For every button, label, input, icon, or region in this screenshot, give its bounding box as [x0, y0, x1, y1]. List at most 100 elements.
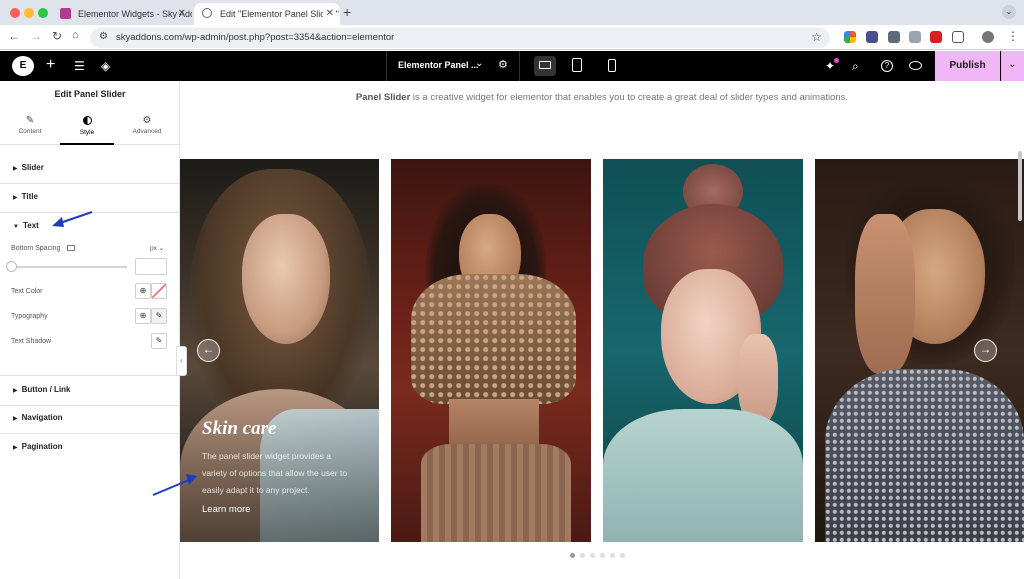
text-shadow-edit-button[interactable]: ✎ — [151, 333, 167, 349]
bookmark-star-icon[interactable]: ☆ — [811, 30, 822, 44]
browser-menu-icon[interactable]: ⋮ — [1007, 29, 1019, 43]
browser-tab-active[interactable]: Edit "Elementor Panel Slider " ✕ — [194, 3, 340, 25]
desktop-view-button[interactable] — [534, 56, 556, 76]
tab-list-button[interactable]: ⌄ — [1002, 5, 1016, 19]
skirt-shape — [421, 444, 571, 542]
mobile-view-button[interactable] — [608, 59, 616, 72]
slide-image-3[interactable] — [603, 159, 803, 542]
section-slider[interactable]: ▶ Slider — [0, 154, 180, 184]
minimize-window-button[interactable] — [24, 8, 34, 18]
pencil-icon: ✎ — [25, 115, 35, 126]
site-favicon-icon — [60, 8, 71, 19]
text-shadow-label: Text Shadow — [11, 338, 52, 345]
caret-right-icon: ▶ — [13, 445, 18, 451]
caret-right-icon: ▶ — [13, 388, 18, 394]
section-title[interactable]: ▶ Title — [0, 183, 180, 213]
bottom-spacing-slider-track[interactable] — [11, 266, 127, 268]
home-icon[interactable]: ⌂ — [72, 29, 79, 41]
puzzle-extensions-icon[interactable] — [952, 31, 964, 43]
unit-selector[interactable]: px ⌄ — [150, 244, 164, 252]
publish-button[interactable]: Publish — [935, 51, 1000, 81]
notifications-rocket-icon[interactable]: ✦ — [825, 57, 839, 75]
caret-right-icon: ▶ — [13, 166, 18, 172]
back-arrow-icon[interactable]: ← — [8, 29, 20, 43]
bottom-spacing-input[interactable] — [135, 258, 167, 275]
global-colors-button[interactable]: ⊕ — [135, 283, 151, 299]
extension-icon[interactable] — [930, 31, 942, 43]
publish-options-button[interactable]: ⌄ — [1001, 51, 1024, 81]
extension-icon[interactable] — [888, 31, 900, 43]
section-navigation[interactable]: ▶ Navigation — [0, 404, 180, 434]
tab-advanced[interactable]: ⚙ Advanced — [114, 111, 180, 145]
tab-content[interactable]: ✎ Content — [0, 111, 60, 145]
bottom-spacing-slider-handle[interactable] — [6, 261, 17, 272]
globe-favicon-icon — [202, 8, 212, 18]
address-bar[interactable]: ⚙ skyaddons.com/wp-admin/post.php?post=3… — [90, 28, 830, 48]
reload-icon[interactable]: ↻ — [52, 29, 62, 43]
browser-toolbar: ← → ↻ ⌂ ⚙ skyaddons.com/wp-admin/post.ph… — [0, 25, 1024, 50]
panel-title: Edit Panel Slider — [54, 89, 126, 99]
close-tab-icon[interactable]: ✕ — [322, 8, 334, 19]
embellished-top-shape — [411, 274, 576, 404]
bottom-spacing-label: Bottom Spacing — [11, 245, 76, 252]
canvas-scrollbar[interactable] — [1018, 151, 1022, 221]
preview-eye-icon[interactable] — [909, 61, 922, 70]
collapse-panel-button[interactable]: ‹ — [176, 346, 187, 376]
help-icon[interactable]: ? — [881, 60, 893, 72]
pagination-dot[interactable] — [610, 553, 615, 558]
color-picker-swatch[interactable] — [151, 283, 167, 299]
section-pagination[interactable]: ▶ Pagination — [0, 433, 180, 462]
hand-shape — [855, 214, 915, 374]
extension-icon[interactable] — [866, 31, 878, 43]
section-text[interactable]: ▼ Text — [0, 212, 180, 241]
site-settings-sliders-icon[interactable]: ☰ — [74, 57, 85, 75]
search-icon[interactable]: ⌕ — [852, 57, 859, 75]
page-name-dropdown[interactable]: Elementor Panel ... ⌄ ⚙ — [386, 51, 520, 81]
page-settings-gear-icon[interactable]: ⚙ — [498, 58, 508, 71]
pagination-dot[interactable] — [580, 553, 585, 558]
extension-icon[interactable] — [909, 31, 921, 43]
add-element-icon[interactable]: + — [46, 56, 55, 74]
tablet-view-button[interactable] — [572, 58, 582, 72]
typography-edit-button[interactable]: ✎ — [151, 308, 167, 324]
forward-arrow-icon[interactable]: → — [30, 29, 42, 43]
elementor-logo-button[interactable]: E — [12, 56, 34, 76]
site-settings-icon[interactable]: ⚙ — [99, 31, 108, 42]
pagination-dot[interactable] — [620, 553, 625, 558]
section-button-link[interactable]: ▶ Button / Link — [0, 375, 180, 406]
responsive-desktop-icon[interactable] — [67, 245, 76, 252]
slide-image-2[interactable] — [391, 159, 591, 542]
preview-canvas: Panel Slider is a creative widget for el… — [180, 81, 1024, 579]
globe-icon: ⊕ — [139, 311, 147, 320]
structure-layers-icon[interactable]: ◈ — [101, 57, 110, 75]
editor-panel: Edit Panel Slider ✎ Content Style ⚙ Adva… — [0, 81, 187, 579]
slider-next-arrow[interactable]: → — [974, 339, 997, 362]
browser-tab[interactable]: Elementor Widgets - Sky Add ✕ — [52, 3, 192, 25]
pagination-dot-active[interactable] — [570, 553, 575, 558]
elementor-top-bar: E + ☰ ◈ Elementor Panel ... ⌄ ⚙ ✦ ⌕ ? Pu… — [0, 51, 1024, 81]
slide-text: The panel slider widget provides a varie… — [202, 451, 348, 495]
pencil-icon: ✎ — [155, 311, 163, 320]
maximize-window-button[interactable] — [38, 8, 48, 18]
new-tab-button[interactable]: + — [343, 4, 351, 20]
panel-tabs: ✎ Content Style ⚙ Advanced — [0, 111, 180, 145]
learn-more-link[interactable]: Learn more — [202, 504, 251, 515]
page-name: Elementor Panel ... — [398, 60, 479, 70]
profile-avatar[interactable] — [982, 31, 994, 43]
text-color-label: Text Color — [11, 288, 43, 295]
close-tab-icon[interactable]: ✕ — [178, 8, 186, 19]
pagination-dot[interactable] — [600, 553, 605, 558]
half-circle-style-icon — [82, 116, 92, 125]
slide-title: Skin care — [202, 418, 277, 439]
extension-icon[interactable] — [844, 31, 856, 43]
slider-prev-arrow[interactable]: ← — [197, 339, 220, 362]
midriff-shape — [449, 399, 539, 449]
notification-dot — [834, 58, 839, 63]
tab-style[interactable]: Style — [60, 111, 114, 145]
global-fonts-button[interactable]: ⊕ — [135, 308, 151, 324]
caret-right-icon: ▶ — [13, 195, 18, 201]
pagination-dot[interactable] — [590, 553, 595, 558]
sweater-shape — [603, 409, 803, 542]
close-window-button[interactable] — [10, 8, 20, 18]
url-text: skyaddons.com/wp-admin/post.php?post=335… — [116, 32, 395, 43]
